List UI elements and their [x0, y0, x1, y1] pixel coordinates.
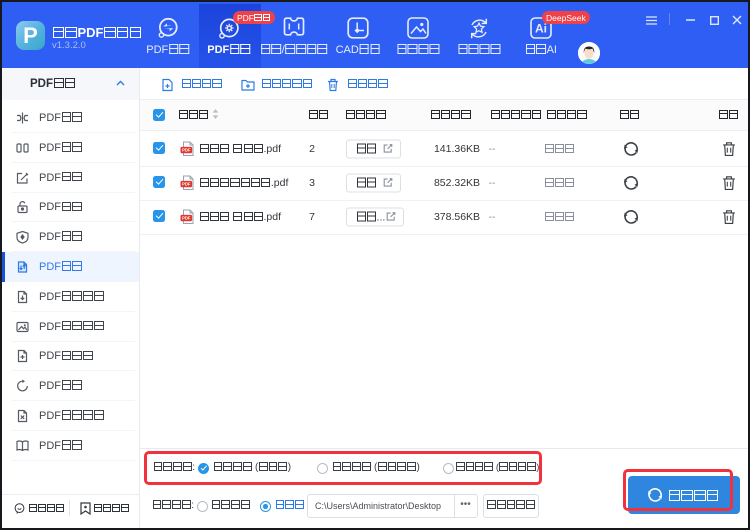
- svg-text:PDF: PDF: [182, 148, 191, 153]
- svg-text:PDF: PDF: [182, 182, 191, 187]
- svg-text:Ai: Ai: [535, 22, 547, 36]
- svg-text:PDF: PDF: [182, 216, 191, 221]
